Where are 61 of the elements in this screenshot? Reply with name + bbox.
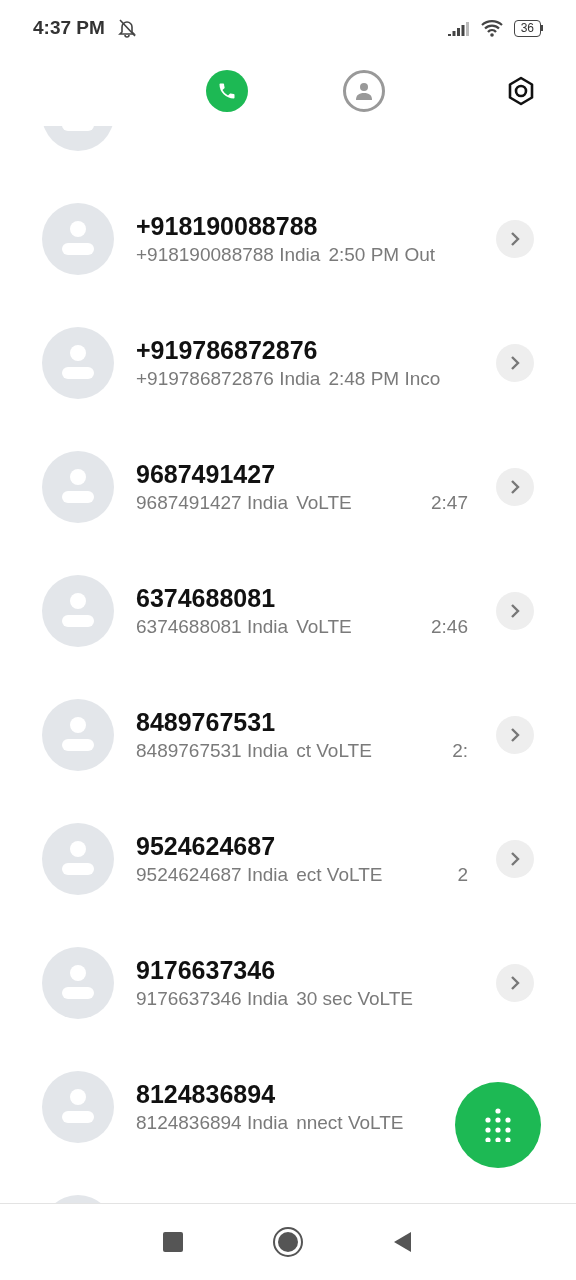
call-detail: ct VoLTE <box>296 739 372 763</box>
details-button[interactable] <box>496 840 534 878</box>
avatar-icon <box>42 575 114 647</box>
battery-indicator: 36 <box>513 19 543 37</box>
caller-number: +918190088788 <box>136 211 319 242</box>
call-detail: 9176637346 India <box>136 987 289 1011</box>
avatar-icon <box>42 327 114 399</box>
call-detail: 30 sec VoLTE <box>296 987 414 1011</box>
call-detail: 9687491427 India <box>136 491 289 515</box>
avatar-icon <box>42 1071 114 1143</box>
call-time: 2 <box>457 863 468 887</box>
chevron-right-icon <box>510 231 520 247</box>
details-button[interactable] <box>496 592 534 630</box>
caller-number: 8489767531 <box>136 707 277 738</box>
home-button[interactable] <box>273 1227 303 1257</box>
avatar-icon <box>42 451 114 523</box>
details-button[interactable] <box>496 964 534 1002</box>
person-icon <box>353 81 374 101</box>
avatar-icon <box>42 699 114 771</box>
call-time: 2: <box>452 739 468 763</box>
back-icon[interactable] <box>393 1231 413 1253</box>
dialpad-icon <box>484 1108 512 1142</box>
avatar-icon <box>42 203 114 275</box>
caller-number: 9524624687 <box>136 831 277 862</box>
call-detail: 8489767531 India <box>136 739 289 763</box>
caller-number: 8124836894 <box>136 1079 277 1110</box>
call-detail: VoLTE <box>296 615 352 639</box>
caller-number: 9176637346 <box>136 955 277 986</box>
chevron-right-icon <box>510 355 520 371</box>
chevron-right-icon <box>510 851 520 867</box>
call-detail: nnect VoLTE <box>296 1111 404 1135</box>
details-button[interactable] <box>496 344 534 382</box>
chevron-right-icon <box>510 479 520 495</box>
call-detail: 6374688081 India <box>136 615 289 639</box>
calls-tab[interactable] <box>205 70 248 112</box>
wifi-icon <box>479 19 504 37</box>
avatar-icon <box>42 947 114 1019</box>
avatar-icon <box>42 823 114 895</box>
call-time: 2:47 <box>431 491 468 515</box>
signal-icon <box>447 20 470 36</box>
details-button[interactable] <box>496 716 534 754</box>
status-time: 4:37 PM <box>33 15 105 40</box>
call-detail: 2:48 PM Inco <box>328 367 441 391</box>
chevron-right-icon <box>510 603 520 619</box>
call-detail: 2:50 PM Out <box>328 243 436 267</box>
call-detail: +918190088788 India <box>136 243 321 267</box>
caller-number: 6374688081 <box>136 583 277 614</box>
call-time: 2:46 <box>431 615 468 639</box>
call-detail: +919786872876 India <box>136 367 321 391</box>
details-button[interactable] <box>496 468 534 506</box>
bell-off-icon <box>116 18 137 38</box>
call-detail: ect VoLTE <box>296 863 383 887</box>
chevron-right-icon <box>510 727 520 743</box>
chevron-right-icon <box>510 975 520 991</box>
call-detail: VoLTE <box>296 491 352 515</box>
contacts-tab[interactable] <box>342 70 385 112</box>
caller-number: 9687491427 <box>136 459 277 490</box>
details-button[interactable] <box>496 220 534 258</box>
call-detail: 8124836894 India <box>136 1111 289 1135</box>
call-detail: 9524624687 India <box>136 863 289 887</box>
caller-number: +919786872876 <box>136 335 319 366</box>
